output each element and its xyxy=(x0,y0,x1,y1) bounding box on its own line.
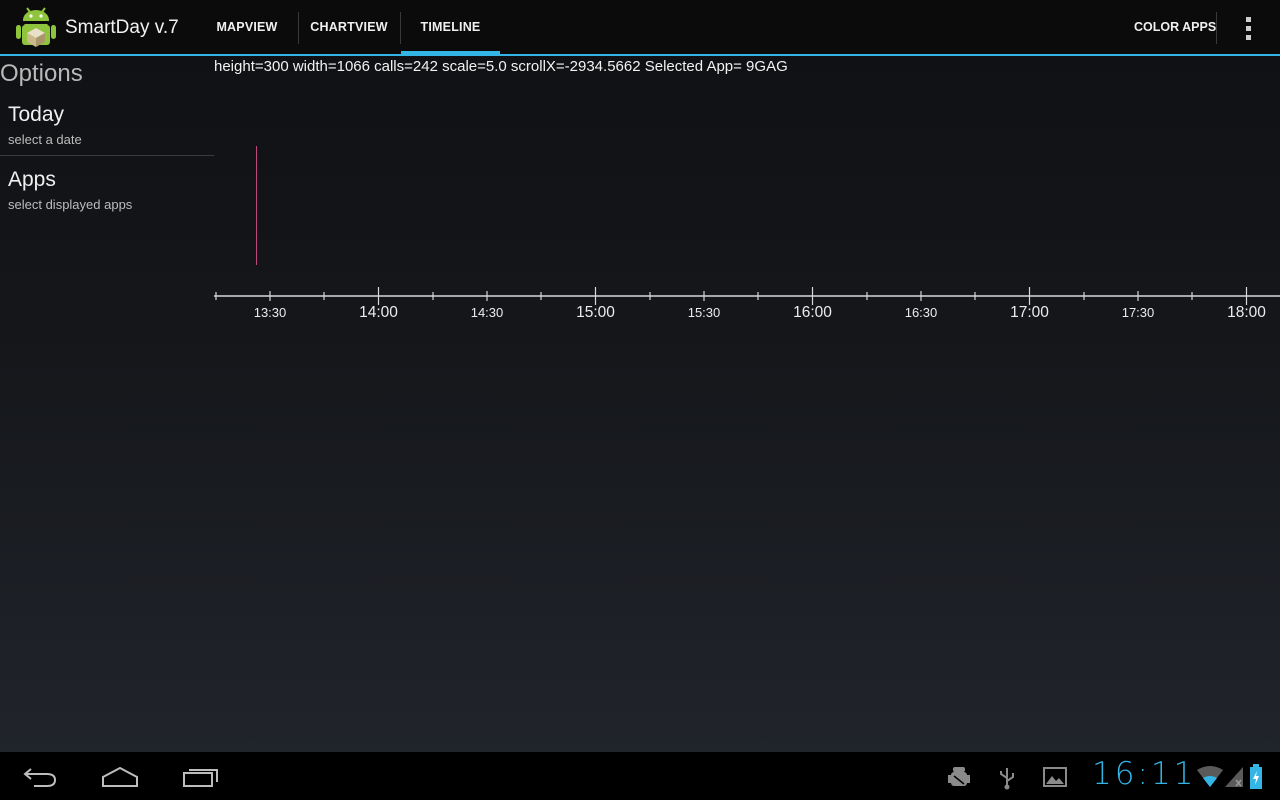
timeline-hour-label: 16:00 xyxy=(793,304,832,321)
home-icon[interactable] xyxy=(101,766,139,788)
timeline-half-hour-label: 13:30 xyxy=(254,305,287,320)
timeline-half-hour-label: 15:30 xyxy=(688,305,721,320)
timeline-hour-label: 15:00 xyxy=(576,304,615,321)
timeline-hour-label: 17:00 xyxy=(1010,304,1049,321)
signal-icon xyxy=(1225,767,1243,787)
wifi-icon xyxy=(1197,766,1223,787)
timeline-half-hour-label: 17:30 xyxy=(1122,305,1155,320)
back-icon[interactable] xyxy=(22,766,58,788)
timeline-hour-label: 18:00 xyxy=(1227,304,1266,321)
usb-icon xyxy=(1000,768,1014,790)
system-nav-bar xyxy=(0,752,1280,800)
gallery-icon xyxy=(1043,767,1067,787)
status-clock: 16:11 xyxy=(1092,756,1197,792)
recent-apps-icon[interactable] xyxy=(182,766,220,788)
timeline-hour-label: 14:00 xyxy=(359,304,398,321)
battery-icon xyxy=(1250,764,1262,789)
timeline-half-hour-label: 14:30 xyxy=(471,305,504,320)
android-debug-icon xyxy=(948,767,970,786)
timeline-view[interactable]: 13:30 14:30 15:30 16:30 17:30 14:00 15:00 16:00… xyxy=(0,0,1280,340)
timeline-half-hour-label: 16:30 xyxy=(905,305,938,320)
